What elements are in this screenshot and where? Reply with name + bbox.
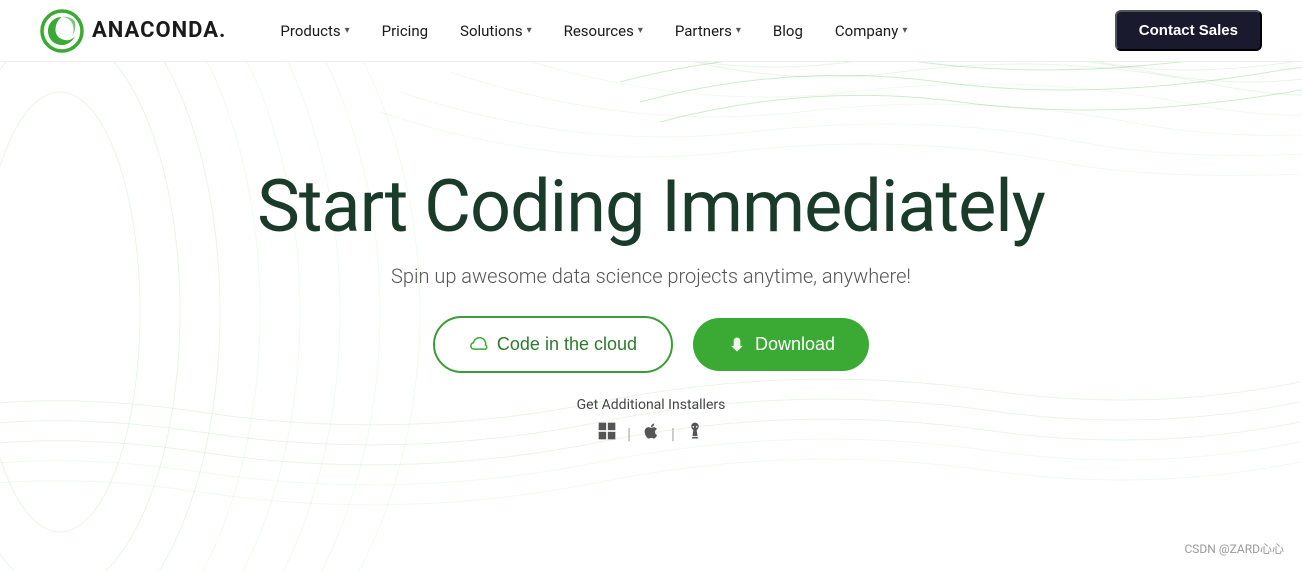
separator-2: | xyxy=(671,424,675,443)
nav-item-company[interactable]: Company ▾ xyxy=(821,16,921,46)
chevron-down-icon: ▾ xyxy=(345,25,350,36)
anaconda-logo-icon xyxy=(40,9,84,53)
additional-installers: Get Additional Installers | xyxy=(577,397,726,446)
watermark-text: CSDN @ZARD心心 xyxy=(1185,540,1285,557)
installer-icons-row: | | xyxy=(597,421,705,446)
nav-item-solutions[interactable]: Solutions ▾ xyxy=(446,16,546,46)
logo-text: ANACONDA. xyxy=(92,18,226,43)
download-icon xyxy=(727,335,747,355)
hero-title: Start Coding Immediately xyxy=(257,167,1045,246)
linux-installer-icon[interactable] xyxy=(685,421,705,446)
hero-content: Start Coding Immediately Spin up awesome… xyxy=(257,167,1045,446)
separator-1: | xyxy=(627,424,631,443)
hero-buttons: Code in the cloud Download xyxy=(433,316,869,373)
chevron-down-icon: ▾ xyxy=(736,25,741,36)
nav-item-pricing[interactable]: Pricing xyxy=(368,16,442,46)
cloud-icon xyxy=(469,337,489,353)
logo[interactable]: ANACONDA. xyxy=(40,9,226,53)
nav-links: Products ▾ Pricing Solutions ▾ Resources… xyxy=(266,16,1114,46)
hero-section: .wave { fill: none; stroke-width: 1; } .… xyxy=(0,62,1302,571)
chevron-down-icon: ▾ xyxy=(902,25,907,36)
chevron-down-icon: ▾ xyxy=(638,25,643,36)
windows-installer-icon[interactable] xyxy=(597,421,617,446)
contact-sales-button[interactable]: Contact Sales xyxy=(1115,10,1262,51)
nav-item-resources[interactable]: Resources ▾ xyxy=(550,16,657,46)
chevron-down-icon: ▾ xyxy=(527,25,532,36)
download-button[interactable]: Download xyxy=(693,318,869,371)
apple-installer-icon[interactable] xyxy=(641,421,661,446)
code-in-cloud-button[interactable]: Code in the cloud xyxy=(433,316,673,373)
nav-item-blog[interactable]: Blog xyxy=(759,16,817,46)
nav-item-products[interactable]: Products ▾ xyxy=(266,16,363,46)
hero-subtitle: Spin up awesome data science projects an… xyxy=(391,264,911,288)
nav-item-partners[interactable]: Partners ▾ xyxy=(661,16,755,46)
navbar: ANACONDA. Products ▾ Pricing Solutions ▾… xyxy=(0,0,1302,62)
additional-installers-label: Get Additional Installers xyxy=(577,397,726,413)
